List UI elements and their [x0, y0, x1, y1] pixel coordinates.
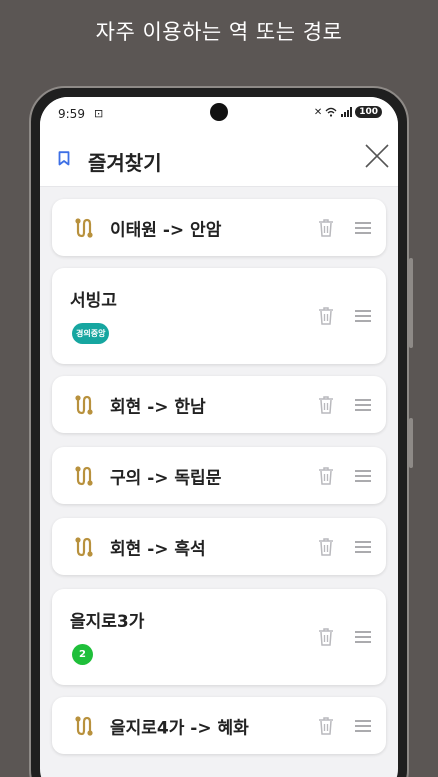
wifi-icon — [325, 107, 337, 117]
drag-handle-icon[interactable] — [354, 469, 372, 483]
favorite-item[interactable]: 서빙고 경의중앙 — [52, 268, 386, 364]
trash-icon[interactable] — [318, 537, 334, 557]
volume-button — [409, 258, 413, 348]
drag-handle-icon[interactable] — [354, 630, 372, 644]
phone-frame: 9:59 ⊡ ✕ 100 즐겨찾기 이태원 -> 안암 서빙고 경의중앙 회현 … — [29, 86, 413, 777]
route-icon — [75, 394, 93, 415]
favorite-label: 이태원 -> 안암 — [110, 220, 222, 240]
line-badge: 경의중앙 — [72, 323, 110, 344]
favorite-item[interactable]: 을지로3가 2 — [52, 589, 386, 685]
trash-icon[interactable] — [318, 627, 334, 647]
trash-icon[interactable] — [318, 716, 334, 736]
favorite-label: 회현 -> 한남 — [110, 397, 206, 417]
route-icon — [75, 715, 93, 736]
route-icon — [75, 536, 93, 557]
close-icon[interactable] — [362, 141, 392, 171]
favorite-item[interactable]: 이태원 -> 안암 — [52, 199, 386, 256]
line-badge: 2 — [72, 644, 93, 665]
drag-handle-icon[interactable] — [354, 309, 372, 323]
favorite-label: 회현 -> 흑석 — [110, 539, 206, 559]
app-screen: 9:59 ⊡ ✕ 100 즐겨찾기 이태원 -> 안암 서빙고 경의중앙 회현 … — [40, 97, 398, 777]
drag-handle-icon[interactable] — [354, 221, 372, 235]
trash-icon[interactable] — [318, 306, 334, 326]
battery-level: 100 — [355, 106, 382, 118]
drag-handle-icon[interactable] — [354, 719, 372, 733]
signal-icon — [341, 107, 353, 117]
trash-icon[interactable] — [318, 218, 334, 238]
favorite-label: 을지로3가 — [70, 612, 145, 632]
favorite-label: 을지로4가 -> 혜화 — [110, 718, 249, 738]
front-camera — [210, 103, 228, 121]
screenshot-icon: ⊡ — [94, 107, 104, 120]
page-title: 즐겨찾기 — [88, 151, 162, 175]
mute-icon: ✕ — [313, 106, 323, 118]
favorite-label: 서빙고 — [70, 291, 117, 311]
promo-caption: 자주 이용하는 역 또는 경로 — [95, 20, 343, 44]
status-time: 9:59 — [58, 107, 85, 121]
trash-icon[interactable] — [318, 395, 334, 415]
favorite-item[interactable]: 회현 -> 한남 — [52, 376, 386, 433]
favorite-label: 구의 -> 독립문 — [110, 468, 222, 488]
trash-icon[interactable] — [318, 466, 334, 486]
app-header: 즐겨찾기 — [40, 129, 398, 187]
favorite-item[interactable]: 을지로4가 -> 혜화 — [52, 697, 386, 754]
favorite-item[interactable]: 회현 -> 흑석 — [52, 518, 386, 575]
favorite-item[interactable]: 구의 -> 독립문 — [52, 447, 386, 504]
status-bar: 9:59 ⊡ ✕ 100 — [40, 97, 398, 129]
route-icon — [75, 465, 93, 486]
drag-handle-icon[interactable] — [354, 398, 372, 412]
drag-handle-icon[interactable] — [354, 540, 372, 554]
route-icon — [75, 217, 93, 238]
power-button — [409, 418, 413, 468]
status-icons: ✕ 100 — [314, 106, 382, 118]
bookmark-icon — [58, 151, 70, 166]
